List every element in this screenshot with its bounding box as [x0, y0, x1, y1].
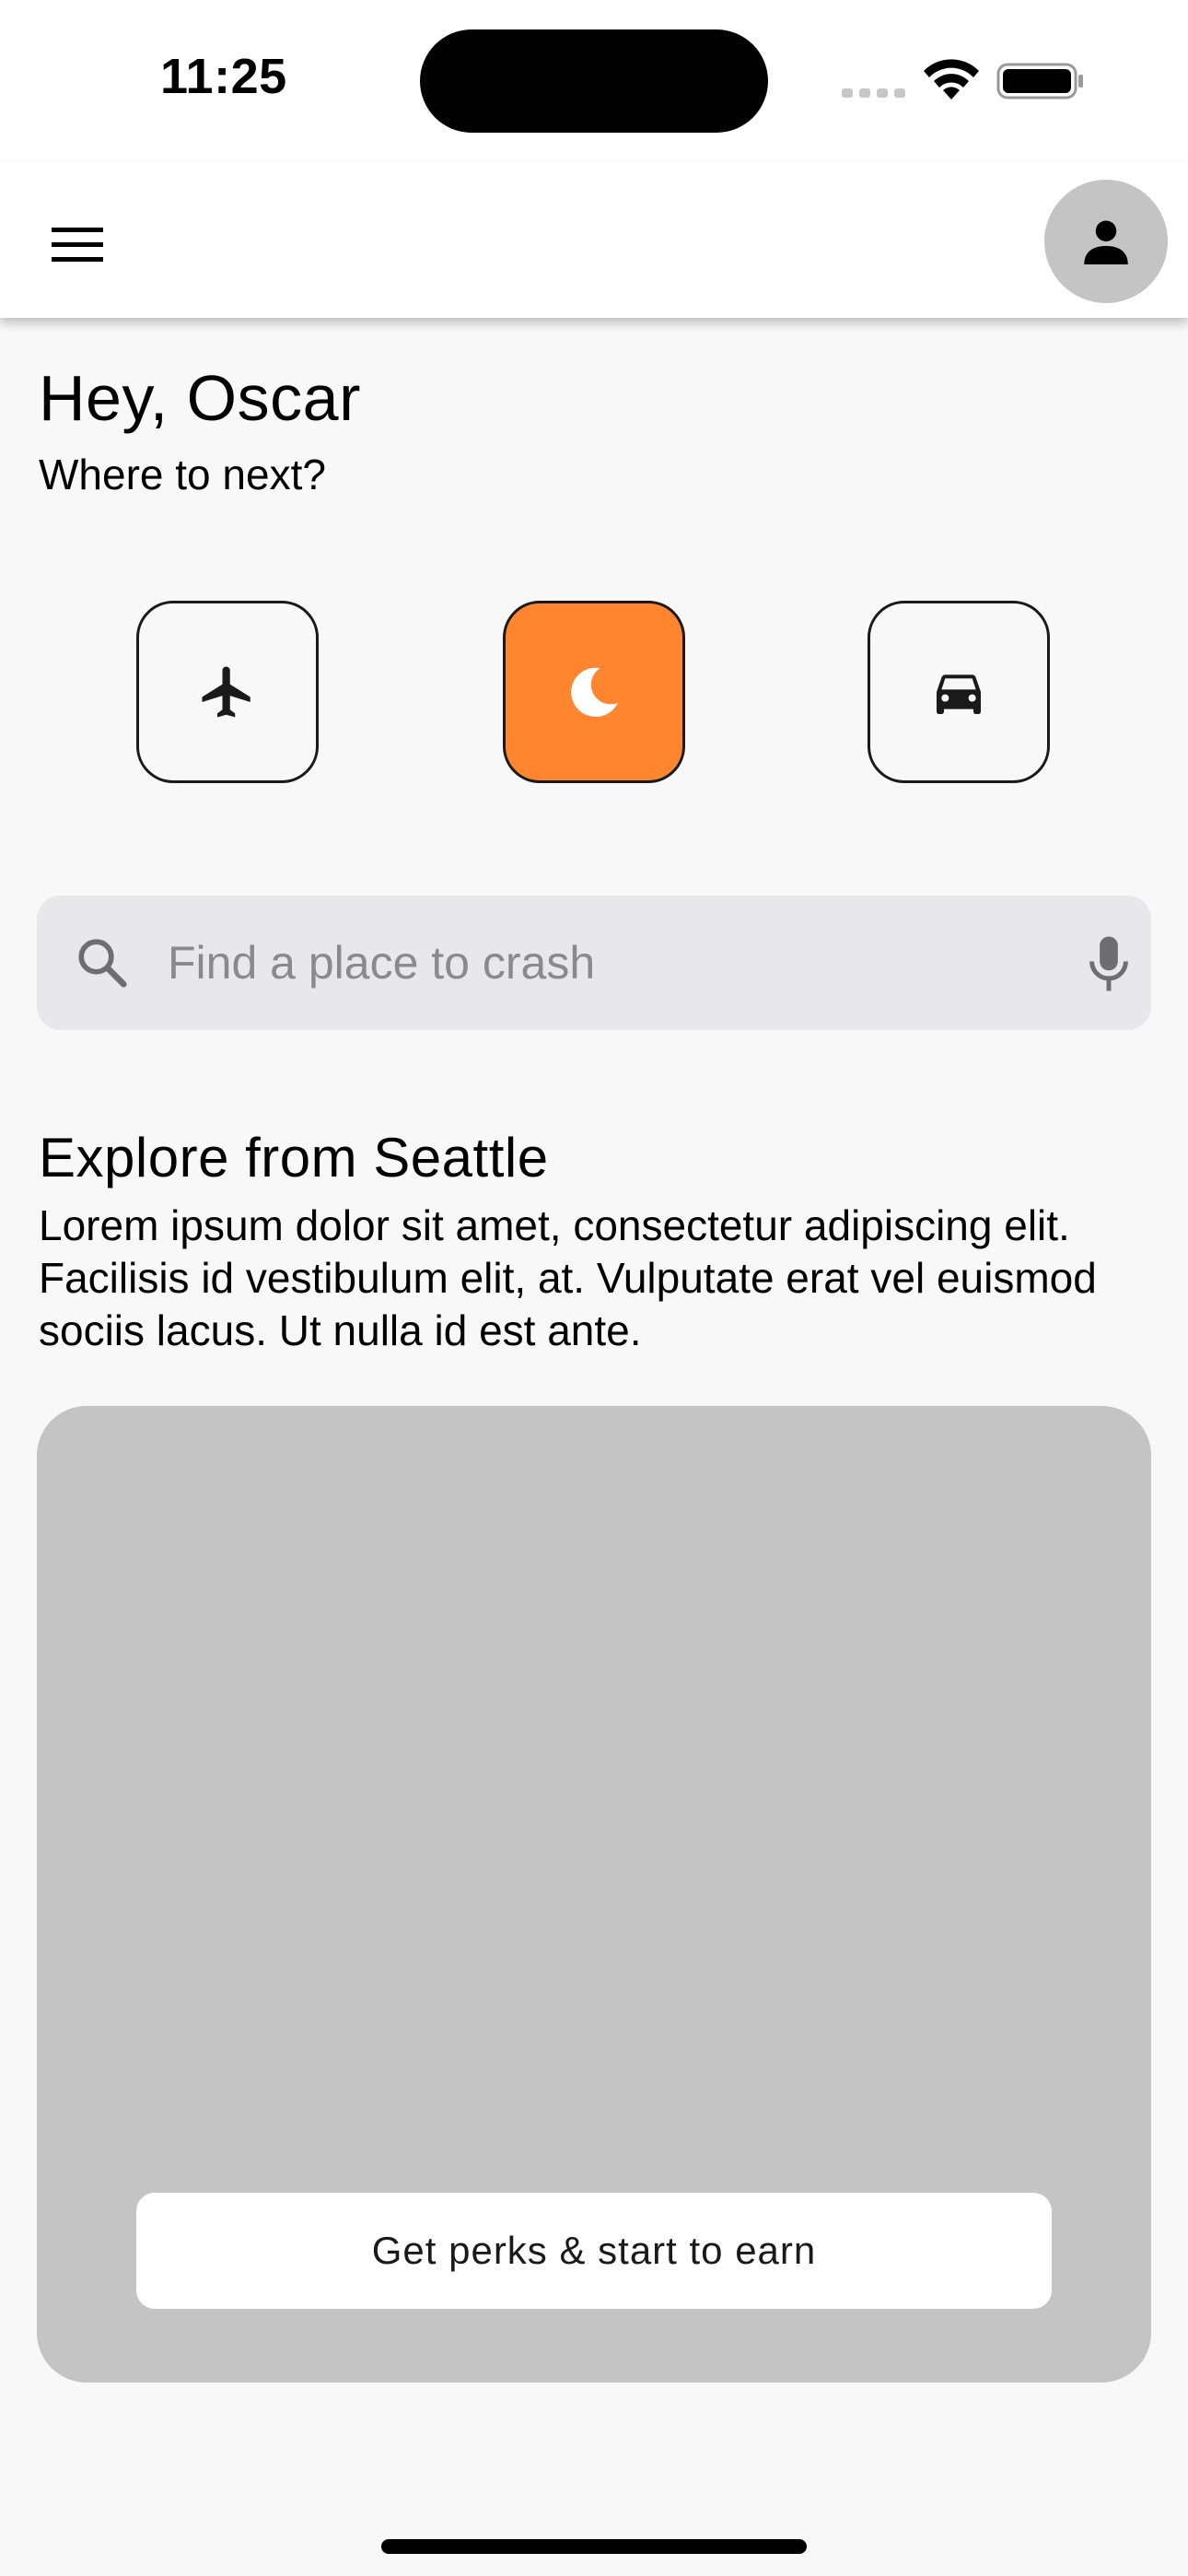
car-icon: [937, 674, 981, 714]
explore-title: Explore from Seattle: [39, 1127, 549, 1188]
airplane-icon: [202, 666, 250, 718]
greeting-subtitle: Where to next?: [39, 451, 326, 498]
menu-button[interactable]: [37, 204, 118, 285]
moon-icon: [571, 667, 618, 718]
cars-mode-button[interactable]: [868, 601, 1050, 783]
flights-mode-button[interactable]: [136, 601, 319, 783]
home-indicator: [381, 2539, 807, 2554]
hamburger-menu-icon: [52, 228, 103, 262]
status-bar: 11:25: [0, 0, 1188, 161]
top-app-bar: [0, 161, 1188, 318]
stays-mode-button[interactable]: [503, 601, 685, 783]
wifi-icon: [924, 59, 979, 100]
microphone-icon[interactable]: [1081, 934, 1136, 993]
greeting-title: Hey, Oscar: [39, 362, 361, 434]
dynamic-island: [420, 29, 768, 133]
search-bar[interactable]: [37, 896, 1151, 1030]
search-input[interactable]: [166, 896, 1050, 1030]
explore-description: Lorem ipsum dolor sit amet, consectetur …: [39, 1201, 1097, 1354]
explore-card[interactable]: Get perks & start to earn: [37, 1406, 1151, 2383]
status-time: 11:25: [160, 49, 287, 104]
battery-icon: [996, 63, 1083, 100]
person-icon: [1084, 220, 1128, 264]
profile-avatar-button[interactable]: [1044, 180, 1168, 303]
cellular-signal-icon: [842, 88, 905, 98]
search-icon: [78, 939, 127, 988]
get-perks-button[interactable]: Get perks & start to earn: [136, 2193, 1052, 2309]
